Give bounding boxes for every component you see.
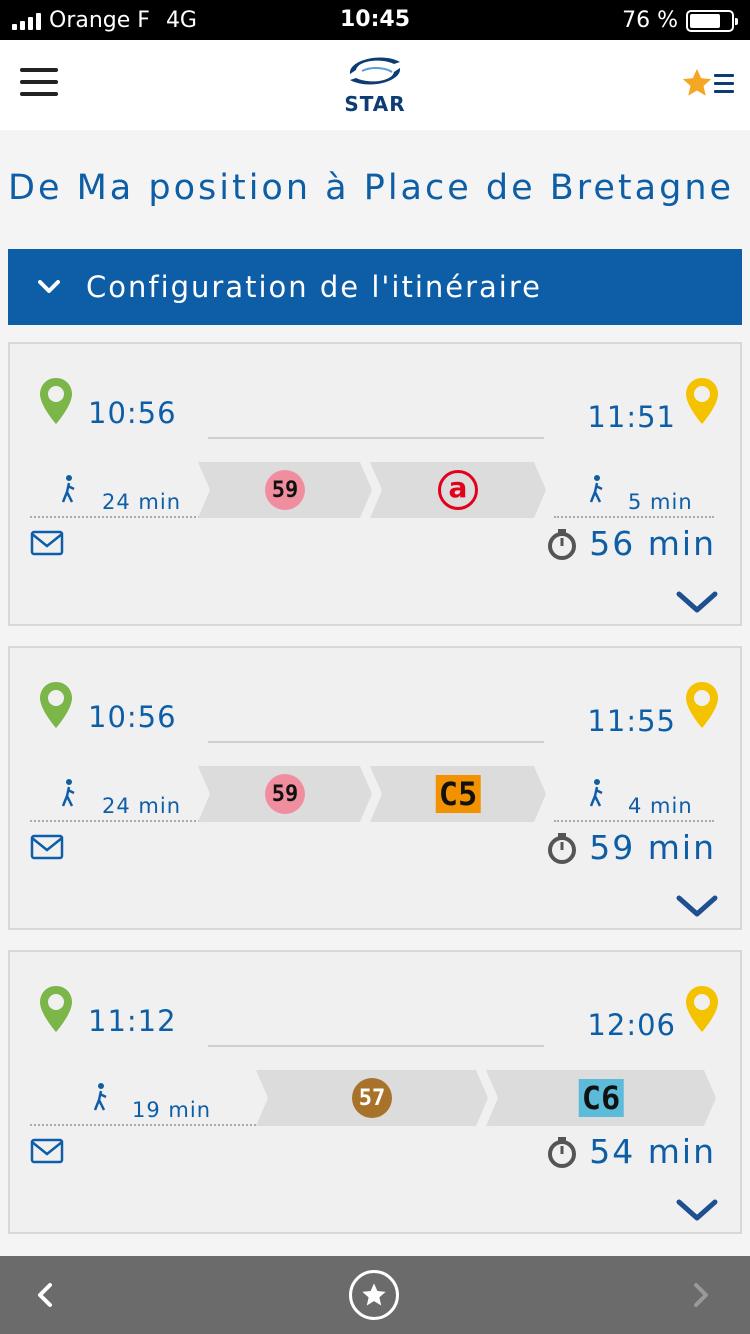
transit-segment: C6 (486, 1070, 716, 1126)
battery-percent: 76 % (622, 8, 678, 33)
walk-start: 24 min (30, 462, 200, 518)
itinerary-card[interactable]: 10:56 11:55 24 min 59 C5 4 min 59 min (8, 646, 742, 930)
walk-end: 4 min (554, 766, 714, 822)
stopwatch-icon (548, 1136, 577, 1168)
walk-icon (589, 475, 603, 503)
duration: 59 min (547, 828, 716, 867)
chevron-down-icon (38, 280, 60, 293)
chevron-right-icon[interactable] (692, 1282, 710, 1308)
itinerary-card[interactable]: 11:12 12:06 19 min 57 C6 54 min (8, 950, 742, 1234)
app-header: STAR (0, 40, 750, 130)
route-configuration-toggle[interactable]: Configuration de l'itinéraire (8, 249, 742, 325)
arrival-time: 11:51 (587, 400, 676, 434)
mail-icon[interactable] (30, 530, 64, 556)
walk-icon (61, 475, 75, 503)
start-pin-icon (40, 986, 72, 1032)
page-title: De Ma position à Place de Bretagne (8, 168, 735, 208)
star-icon (362, 1283, 386, 1306)
add-favorite-button[interactable] (349, 1270, 399, 1320)
stopwatch-icon (548, 528, 577, 560)
list-icon (714, 74, 734, 98)
star-icon (682, 68, 712, 96)
walk-start: 24 min (30, 766, 200, 822)
transit-segment: C5 (370, 766, 546, 822)
stopwatch-icon (548, 832, 577, 864)
walk-icon (61, 779, 75, 807)
walk-icon (589, 779, 603, 807)
battery-icon (686, 9, 738, 32)
mail-icon[interactable] (30, 834, 64, 860)
start-pin-icon (40, 378, 72, 424)
line-badge: 59 (265, 774, 305, 814)
metro-badge: a (438, 470, 478, 510)
transit-segment: 59 (198, 462, 372, 518)
walk-start: 19 min (30, 1070, 256, 1126)
star-logo: STAR (340, 50, 410, 120)
line-badge: 57 (352, 1078, 392, 1118)
line-badge: 59 (265, 470, 305, 510)
bottom-toolbar (0, 1256, 750, 1334)
transit-segment: 59 (198, 766, 372, 822)
chevron-down-icon[interactable] (676, 590, 718, 614)
mail-icon[interactable] (30, 1138, 64, 1164)
chevron-down-icon[interactable] (676, 894, 718, 918)
end-pin-icon (686, 378, 718, 424)
departure-time: 11:12 (88, 1004, 177, 1038)
status-bar: Orange F 4G 10:45 76 % (0, 0, 750, 40)
chevron-left-icon[interactable] (36, 1282, 54, 1308)
start-pin-icon (40, 682, 72, 728)
duration: 54 min (547, 1132, 716, 1171)
favorites-list-button[interactable] (680, 64, 734, 104)
chevron-down-icon[interactable] (676, 1198, 718, 1222)
arrival-time: 11:55 (587, 704, 676, 738)
walk-icon (93, 1083, 107, 1111)
duration: 56 min (547, 524, 716, 563)
transit-segment: 57 (256, 1070, 488, 1126)
transit-segment: a (370, 462, 546, 518)
hamburger-icon[interactable] (20, 68, 58, 96)
end-pin-icon (686, 986, 718, 1032)
divider (208, 741, 544, 743)
itinerary-card[interactable]: 10:56 11:51 24 min 59 a 5 min 56 min (8, 342, 742, 626)
divider (208, 437, 544, 439)
departure-time: 10:56 (88, 396, 177, 430)
end-pin-icon (686, 682, 718, 728)
divider (208, 1045, 544, 1047)
line-badge: C6 (579, 1079, 624, 1117)
departure-time: 10:56 (88, 700, 177, 734)
walk-end: 5 min (554, 462, 714, 518)
line-badge: C5 (436, 775, 481, 813)
arrival-time: 12:06 (587, 1008, 676, 1042)
